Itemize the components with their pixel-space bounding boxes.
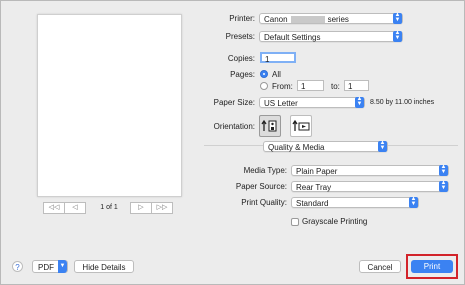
page-count-label: 1 of 1 xyxy=(100,204,118,211)
media-type-label: Media Type: xyxy=(243,166,287,175)
paper-size-label: Paper Size: xyxy=(213,98,255,107)
printer-popup[interactable]: Canon series ▲ ▼ xyxy=(259,12,403,24)
pdf-label: PDF xyxy=(38,263,54,272)
landscape-orientation-button[interactable] xyxy=(290,115,312,137)
section-value: Quality & Media xyxy=(268,143,325,152)
pager-left: ◁◁ ◁ xyxy=(43,202,86,214)
grayscale-checkbox[interactable] xyxy=(291,218,299,226)
last-page-button[interactable]: ▷▷ xyxy=(152,202,173,214)
cancel-button[interactable]: Cancel xyxy=(359,260,401,273)
pages-from-label: From: xyxy=(272,82,293,91)
printer-model-redacted xyxy=(290,16,325,23)
landscape-icon xyxy=(292,119,310,131)
first-page-button[interactable]: ◁◁ xyxy=(43,202,65,214)
pages-to-label: to: xyxy=(331,82,340,91)
pdf-menu-button[interactable]: PDF ▼ xyxy=(32,260,68,273)
section-popup[interactable]: Quality & Media ▲ ▼ xyxy=(263,140,388,152)
pages-label: Pages: xyxy=(230,70,255,79)
pages-from-field[interactable]: 1 xyxy=(297,80,324,91)
pager-right: ▷ ▷▷ xyxy=(130,202,173,214)
copies-field[interactable]: 1 xyxy=(260,52,296,64)
media-type-value: Plain Paper xyxy=(296,167,338,176)
paper-size-dimensions: 8.50 by 11.00 inches xyxy=(370,99,435,106)
pages-all-radio[interactable] xyxy=(260,70,268,78)
printer-name-suffix: series xyxy=(327,15,349,24)
portrait-orientation-button[interactable] xyxy=(259,115,281,137)
print-button[interactable]: Print xyxy=(411,260,453,273)
hide-details-button[interactable]: Hide Details xyxy=(74,260,134,273)
pages-to-field[interactable]: 1 xyxy=(344,80,369,91)
printer-name-prefix: Canon xyxy=(264,15,288,24)
popup-arrows-icon: ▲ ▼ xyxy=(393,30,402,42)
presets-value: Default Settings xyxy=(264,33,321,42)
paper-source-label: Paper Source: xyxy=(235,182,287,191)
paper-size-value: US Letter xyxy=(264,99,298,108)
print-quality-value: Standard xyxy=(296,199,329,208)
popup-arrows-icon: ▲ ▼ xyxy=(439,180,448,192)
popup-arrows-icon: ▲ ▼ xyxy=(355,96,364,108)
paper-size-popup[interactable]: US Letter ▲ ▼ xyxy=(259,96,365,108)
printer-label: Printer: xyxy=(229,14,255,23)
popup-arrows-icon: ▲ ▼ xyxy=(439,164,448,176)
presets-label: Presets: xyxy=(225,32,255,41)
chevron-down-icon: ▼ xyxy=(58,260,67,273)
pages-from-radio[interactable] xyxy=(260,82,268,90)
popup-arrows-icon: ▲ ▼ xyxy=(393,12,402,24)
media-type-popup[interactable]: Plain Paper ▲ ▼ xyxy=(291,164,449,176)
paper-source-value: Rear Tray xyxy=(296,183,332,192)
help-button[interactable]: ? xyxy=(12,261,23,272)
presets-popup[interactable]: Default Settings ▲ ▼ xyxy=(259,30,403,42)
page-preview xyxy=(37,14,182,197)
popup-arrows-icon: ▲ ▼ xyxy=(378,140,387,152)
portrait-icon xyxy=(261,119,277,132)
popup-arrows-icon: ▲ ▼ xyxy=(409,196,418,208)
print-quality-popup[interactable]: Standard ▲ ▼ xyxy=(291,196,419,208)
print-quality-label: Print Quality: xyxy=(241,198,287,207)
next-page-button[interactable]: ▷ xyxy=(130,202,152,214)
orientation-label: Orientation: xyxy=(213,122,255,131)
paper-source-popup[interactable]: Rear Tray ▲ ▼ xyxy=(291,180,449,192)
previous-page-button[interactable]: ◁ xyxy=(65,202,86,214)
grayscale-label: Grayscale Printing xyxy=(302,217,368,226)
copies-label: Copies: xyxy=(227,54,255,63)
pages-all-label: All xyxy=(272,70,281,79)
print-dialog: ◁◁ ◁ 1 of 1 ▷ ▷▷ Printer: Canon series ▲ ▼… xyxy=(0,0,465,285)
